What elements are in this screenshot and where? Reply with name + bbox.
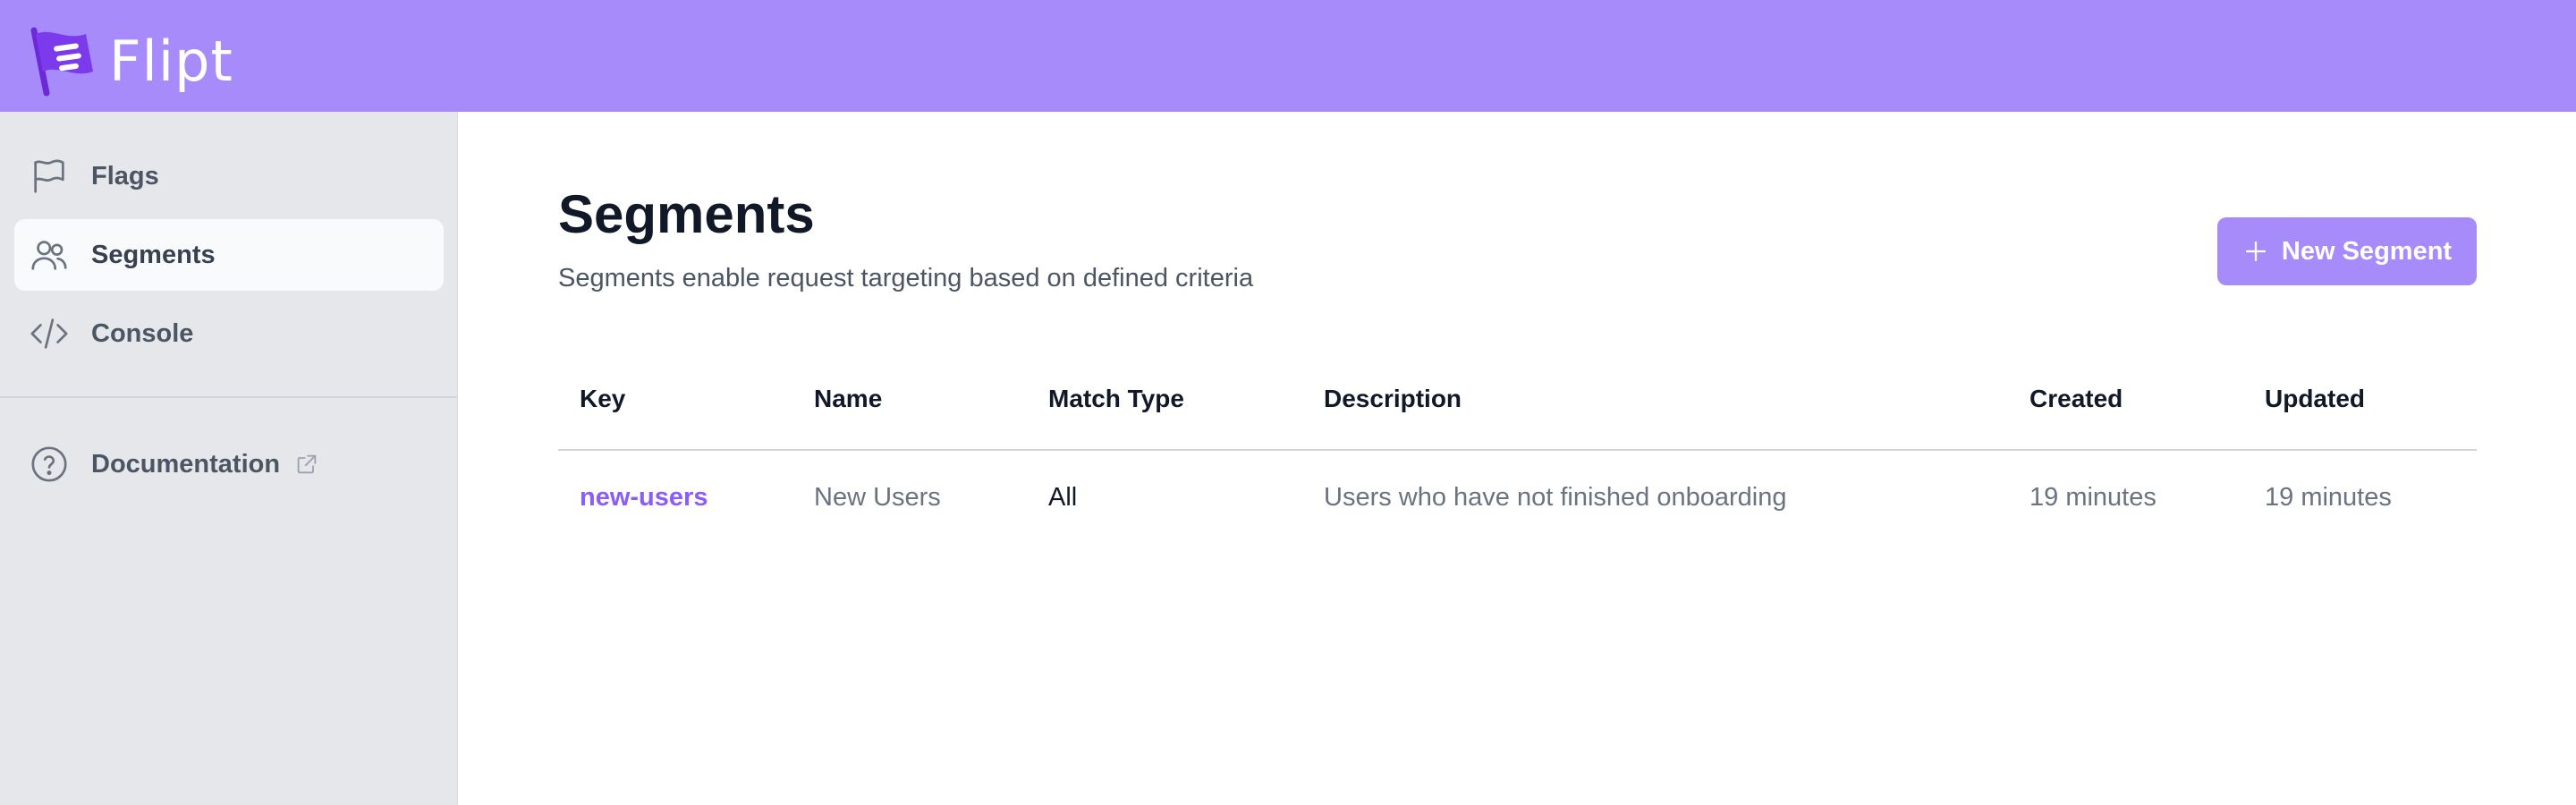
top-bar: Flipt bbox=[0, 0, 2576, 112]
external-link-icon bbox=[297, 454, 317, 474]
column-header-updated[interactable]: Updated bbox=[2265, 385, 2365, 413]
sidebar-divider bbox=[0, 396, 457, 398]
users-icon bbox=[31, 241, 67, 270]
sidebar-item-label: Segments bbox=[91, 240, 216, 269]
segment-key-link[interactable]: new-users bbox=[580, 483, 708, 513]
question-circle-icon bbox=[31, 446, 67, 482]
sidebar-item-console[interactable]: Console bbox=[14, 298, 444, 369]
segment-created: 19 minutes bbox=[2029, 483, 2157, 512]
sidebar-item-segments[interactable]: Segments bbox=[14, 219, 444, 291]
column-header-description[interactable]: Description bbox=[1324, 385, 1462, 413]
sidebar-item-documentation[interactable]: Documentation bbox=[14, 428, 444, 500]
page-subtitle: Segments enable request targeting based … bbox=[558, 264, 1254, 292]
segment-name: New Users bbox=[814, 483, 941, 512]
table-row[interactable]: new-users New Users All Users who have n… bbox=[558, 451, 2477, 547]
sidebar: Flags Segments Console Documentation bbox=[0, 112, 458, 805]
plus-icon bbox=[2245, 241, 2267, 262]
main-content: Segments Segments enable request targeti… bbox=[458, 112, 2576, 805]
segment-description: Users who have not finished onboarding bbox=[1324, 483, 1787, 512]
table-header: Key Name Match Type Description Created … bbox=[558, 353, 2477, 451]
segment-match-type: All bbox=[1048, 483, 1078, 512]
sidebar-item-label: Documentation bbox=[91, 449, 281, 479]
sidebar-item-flags[interactable]: Flags bbox=[14, 140, 444, 212]
app-name: Flipt bbox=[109, 28, 233, 94]
column-header-key[interactable]: Key bbox=[580, 385, 625, 413]
column-header-created[interactable]: Created bbox=[2029, 385, 2123, 413]
new-segment-button-label: New Segment bbox=[2281, 236, 2453, 266]
app-logo[interactable]: Flipt bbox=[27, 25, 233, 97]
sidebar-item-label: Flags bbox=[91, 161, 159, 191]
page-title: Segments bbox=[558, 184, 815, 244]
segments-table: Key Name Match Type Description Created … bbox=[558, 353, 2477, 547]
flag-logo-icon bbox=[30, 27, 93, 97]
sidebar-item-label: Console bbox=[91, 318, 194, 348]
new-segment-button[interactable]: New Segment bbox=[2217, 217, 2477, 285]
column-header-match-type[interactable]: Match Type bbox=[1048, 385, 1184, 413]
column-header-name[interactable]: Name bbox=[814, 385, 882, 413]
code-icon bbox=[30, 318, 68, 349]
flag-icon bbox=[34, 159, 64, 193]
segment-updated: 19 minutes bbox=[2265, 483, 2392, 512]
